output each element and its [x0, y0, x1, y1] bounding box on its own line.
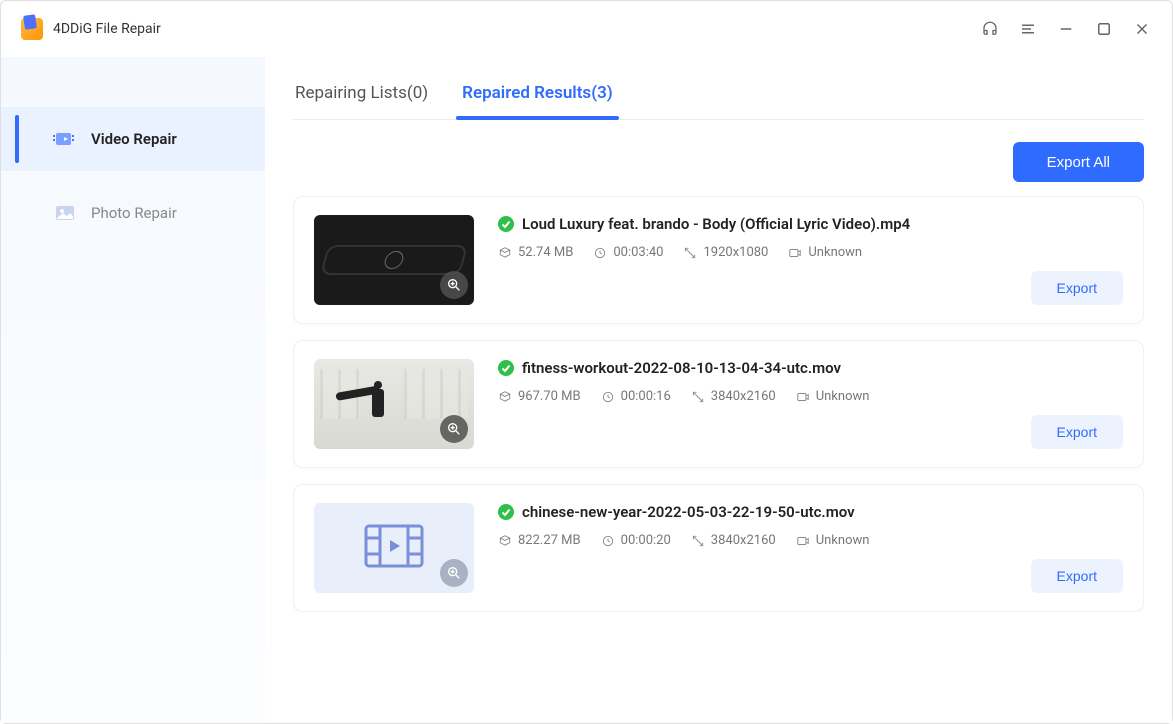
file-size: 967.70 MB — [498, 389, 581, 404]
export-button[interactable]: Export — [1031, 415, 1123, 449]
tab-label: Repairing Lists — [295, 83, 407, 103]
tab-repairing-lists[interactable]: Repairing Lists(0) — [293, 75, 430, 119]
app-title: 4DDiG File Repair — [53, 21, 161, 37]
file-size: 822.27 MB — [498, 533, 581, 548]
menu-icon[interactable] — [1018, 19, 1038, 39]
result-card: Loud Luxury feat. brando - Body (Officia… — [293, 196, 1144, 324]
zoom-icon[interactable] — [440, 559, 468, 587]
minimize-icon[interactable] — [1056, 19, 1076, 39]
app-logo-icon — [21, 18, 43, 40]
tab-repaired-results[interactable]: Repaired Results(3) — [460, 75, 615, 119]
file-duration: 00:00:16 — [601, 389, 671, 404]
sidebar-item-photo-repair[interactable]: Photo Repair — [1, 181, 265, 245]
support-icon[interactable] — [980, 19, 1000, 39]
main-panel: Repairing Lists(0) Repaired Results(3) E… — [265, 57, 1172, 723]
sidebar: Video Repair Photo Repair — [1, 57, 265, 723]
export-all-button[interactable]: Export All — [1013, 142, 1144, 182]
photo-repair-icon — [53, 201, 77, 225]
file-resolution: 3840x2160 — [691, 533, 776, 548]
file-duration: 00:03:40 — [593, 245, 663, 260]
file-name: chinese-new-year-2022-05-03-22-19-50-utc… — [522, 503, 855, 521]
file-codec: Unknown — [796, 533, 870, 548]
zoom-icon[interactable] — [440, 415, 468, 443]
zoom-icon[interactable] — [440, 271, 468, 299]
results-list: Loud Luxury feat. brando - Body (Officia… — [293, 196, 1144, 612]
thumbnail[interactable] — [314, 359, 474, 449]
success-icon — [498, 360, 514, 376]
file-resolution: 1920x1080 — [683, 245, 768, 260]
file-codec: Unknown — [796, 389, 870, 404]
sidebar-item-label: Video Repair — [91, 130, 177, 148]
file-codec: Unknown — [788, 245, 862, 260]
file-resolution: 3840x2160 — [691, 389, 776, 404]
sidebar-item-video-repair[interactable]: Video Repair — [1, 107, 265, 171]
success-icon — [498, 216, 514, 232]
file-name: Loud Luxury feat. brando - Body (Officia… — [522, 215, 910, 233]
sidebar-item-label: Photo Repair — [91, 204, 177, 222]
close-icon[interactable] — [1132, 19, 1152, 39]
tabs: Repairing Lists(0) Repaired Results(3) — [293, 57, 1144, 120]
file-size: 52.74 MB — [498, 245, 573, 260]
export-button[interactable]: Export — [1031, 271, 1123, 305]
thumbnail[interactable] — [314, 215, 474, 305]
result-card: fitness-workout-2022-08-10-13-04-34-utc.… — [293, 340, 1144, 468]
video-repair-icon — [53, 127, 77, 151]
export-button[interactable]: Export — [1031, 559, 1123, 593]
file-duration: 00:00:20 — [601, 533, 671, 548]
tab-label: Repaired Results — [462, 83, 591, 103]
film-placeholder-icon — [364, 524, 424, 572]
thumbnail[interactable] — [314, 503, 474, 593]
titlebar: 4DDiG File Repair — [1, 1, 1172, 57]
tab-count: (0) — [407, 83, 428, 103]
tab-count: (3) — [591, 83, 613, 103]
success-icon — [498, 504, 514, 520]
result-card: chinese-new-year-2022-05-03-22-19-50-utc… — [293, 484, 1144, 612]
maximize-icon[interactable] — [1094, 19, 1114, 39]
file-name: fitness-workout-2022-08-10-13-04-34-utc.… — [522, 359, 841, 377]
